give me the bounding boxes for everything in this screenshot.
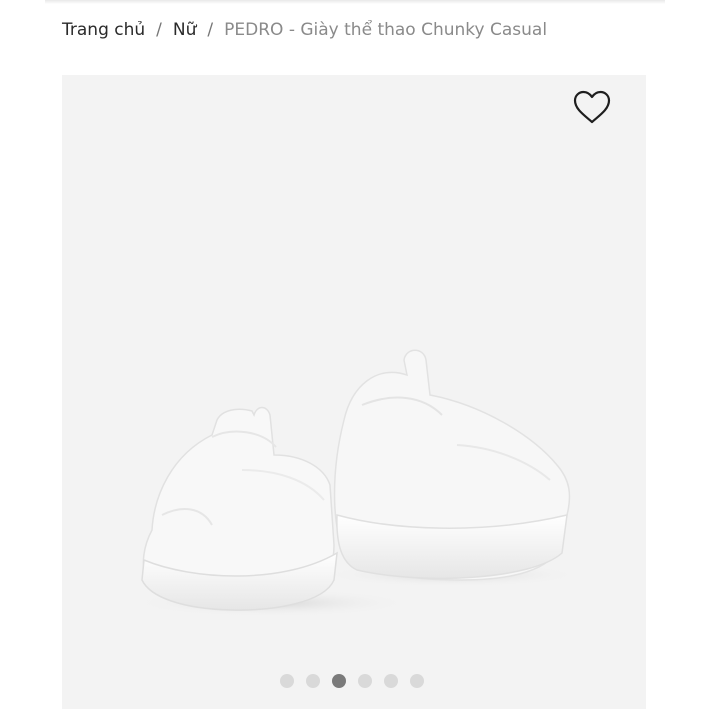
breadcrumb-separator: / xyxy=(207,20,214,40)
breadcrumb-separator: / xyxy=(156,20,162,40)
product-image xyxy=(132,349,582,617)
gallery-dot[interactable] xyxy=(280,674,294,688)
gallery-dot[interactable] xyxy=(358,674,372,688)
gallery-dot[interactable] xyxy=(410,674,424,688)
gallery-pagination xyxy=(280,674,424,688)
gallery-dot-active[interactable] xyxy=(332,674,346,688)
breadcrumb: Trang chủ / Nữ / PEDRO - Giày thể thao C… xyxy=(62,19,547,41)
header-shadow xyxy=(45,0,665,4)
breadcrumb-current-page: PEDRO - Giày thể thao Chunky Casual xyxy=(224,20,548,40)
gallery-dot[interactable] xyxy=(384,674,398,688)
breadcrumb-category-link[interactable]: Nữ xyxy=(173,19,197,41)
heart-outline-icon xyxy=(573,90,611,124)
wishlist-button[interactable] xyxy=(572,88,612,128)
gallery-dot[interactable] xyxy=(306,674,320,688)
product-image-gallery[interactable] xyxy=(62,75,646,709)
breadcrumb-home-link[interactable]: Trang chủ xyxy=(62,19,145,41)
